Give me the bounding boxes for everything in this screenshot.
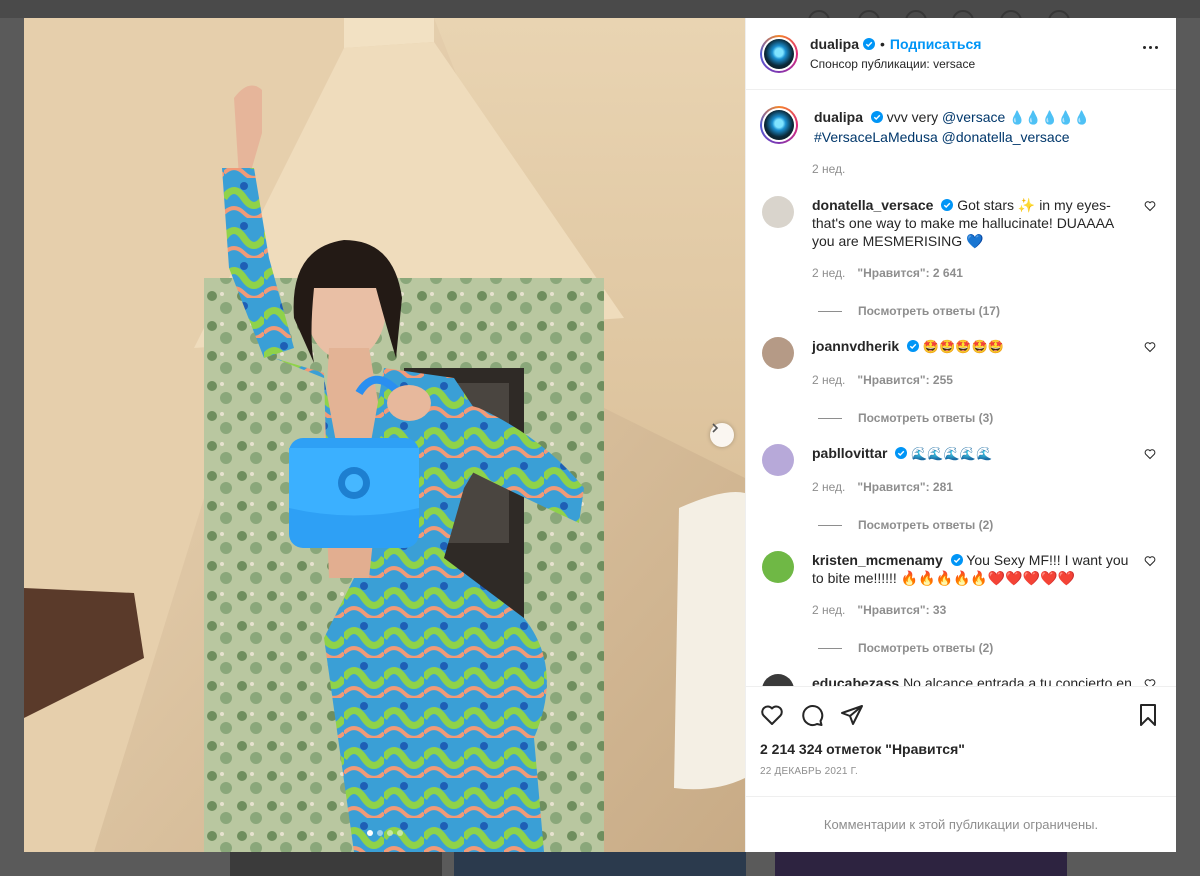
caption-username[interactable]: dualipa xyxy=(814,109,863,125)
post-actions: 2 214 324 отметок "Нравится" 22 ДЕКАБРЬ … xyxy=(746,686,1176,796)
sponsor-link[interactable]: versace xyxy=(933,57,975,71)
commenter-avatar[interactable] xyxy=(762,337,794,369)
comment-text: 🤩🤩🤩🤩🤩 xyxy=(922,340,1004,355)
comment-item: donatella_versace Got stars ✨ in my eyes… xyxy=(760,196,1160,320)
comment-likes[interactable]: "Нравится": 255 xyxy=(857,371,953,389)
caption-emoji: 💧💧💧💧💧 xyxy=(1009,111,1091,126)
comment-username[interactable]: pabllovittar xyxy=(812,445,887,461)
photo-illustration xyxy=(24,18,745,852)
view-replies-button[interactable]: Посмотреть ответы (2) xyxy=(812,516,1132,534)
view-replies-button[interactable]: Посмотреть ответы (2) xyxy=(812,639,1132,657)
comment-time: 2 нед. xyxy=(812,603,846,617)
verified-badge-icon xyxy=(950,554,963,566)
carousel-dot xyxy=(377,830,383,836)
comment-like-icon[interactable] xyxy=(1144,448,1156,460)
commenter-avatar[interactable] xyxy=(762,196,794,228)
more-options-icon[interactable] xyxy=(1143,46,1158,49)
comment-like-icon[interactable] xyxy=(1144,341,1156,353)
view-replies-button[interactable]: Посмотреть ответы (3) xyxy=(812,409,1132,427)
carousel-dot xyxy=(387,830,393,836)
comment-time: 2 нед. xyxy=(812,480,846,494)
comment-item: kristen_mcmenamy You Sexy MF!!! I want y… xyxy=(760,551,1160,657)
comment-item: educabezass No alcance entrada a tu conc… xyxy=(760,674,1160,686)
caption-avatar[interactable] xyxy=(760,106,798,144)
author-avatar[interactable] xyxy=(760,34,798,73)
comment-like-icon[interactable] xyxy=(1144,678,1156,686)
caption-hashtag[interactable]: #VersaceLaMedusa xyxy=(814,129,938,145)
carousel-dot xyxy=(367,830,373,836)
comment-username[interactable]: joannvdherik xyxy=(812,338,899,354)
caption: dualipa vvv very @versace 💧💧💧💧💧 #Versace… xyxy=(760,106,1160,146)
comment-like-icon[interactable] xyxy=(1144,555,1156,567)
background-nav-bar xyxy=(0,0,1200,32)
follow-button[interactable]: Подписаться xyxy=(890,36,982,52)
caption-mention[interactable]: @versace xyxy=(942,109,1005,125)
carousel-dot xyxy=(397,830,403,836)
verified-badge-icon xyxy=(907,340,920,352)
comment-time: 2 нед. xyxy=(812,373,846,387)
post-header: dualipa • Подписаться Спонсор публикации… xyxy=(746,18,1176,90)
heart-icon[interactable] xyxy=(760,703,784,727)
background-thumbnails xyxy=(0,852,1200,876)
comment-icon[interactable] xyxy=(800,703,824,727)
share-icon[interactable] xyxy=(840,703,864,727)
verified-badge-icon xyxy=(895,447,908,459)
next-photo-button[interactable] xyxy=(710,423,734,447)
bookmark-icon[interactable] xyxy=(1136,703,1160,727)
comment-likes[interactable]: "Нравится": 2 641 xyxy=(857,264,963,282)
commenter-avatar[interactable] xyxy=(762,444,794,476)
view-replies-button[interactable]: Посмотреть ответы (17) xyxy=(812,302,1132,320)
comment-username[interactable]: donatella_versace xyxy=(812,197,933,213)
author-username[interactable]: dualipa xyxy=(810,36,859,52)
header-separator: • xyxy=(880,36,885,52)
caption-text: vvv very xyxy=(886,109,943,125)
carousel-indicator xyxy=(367,830,403,836)
caption-mention-2[interactable]: @donatella_versace xyxy=(942,129,1070,145)
commenter-avatar[interactable] xyxy=(762,674,794,686)
comments-restricted-notice: Комментарии к этой публикации ограничены… xyxy=(746,796,1176,852)
post-side-panel: dualipa • Подписаться Спонсор публикации… xyxy=(745,18,1176,852)
commenter-avatar[interactable] xyxy=(762,551,794,583)
verified-badge-icon xyxy=(870,111,883,123)
likes-count[interactable]: 2 214 324 отметок "Нравится" xyxy=(760,741,1160,757)
comment-likes[interactable]: "Нравится": 33 xyxy=(857,601,946,619)
comment-username[interactable]: educabezass xyxy=(812,675,899,686)
comment-item: pabllovittar 🌊🌊🌊🌊🌊 2 нед. "Нравится": 28… xyxy=(760,444,1160,534)
post-photo[interactable] xyxy=(24,18,745,852)
comment-text: No alcance entrada a tu concierto en xyxy=(903,675,1132,686)
comment-item: joannvdherik 🤩🤩🤩🤩🤩 2 нед. "Нравится": 25… xyxy=(760,337,1160,427)
post-modal: dualipa • Подписаться Спонсор публикации… xyxy=(24,18,1176,852)
sponsor-prefix: Спонсор публикации: xyxy=(810,57,930,71)
comments-list[interactable]: dualipa vvv very @versace 💧💧💧💧💧 #Versace… xyxy=(746,90,1176,686)
post-date: 22 ДЕКАБРЬ 2021 Г. xyxy=(760,766,859,777)
verified-badge-icon xyxy=(863,38,876,50)
chevron-right-icon xyxy=(712,423,719,433)
verified-badge-icon xyxy=(941,199,954,211)
comment-username[interactable]: kristen_mcmenamy xyxy=(812,552,943,568)
caption-time: 2 нед. xyxy=(812,162,846,176)
comment-likes[interactable]: "Нравится": 281 xyxy=(857,478,953,496)
comment-text: 🌊🌊🌊🌊🌊 xyxy=(911,447,993,462)
comment-like-icon[interactable] xyxy=(1144,200,1156,212)
sponsor-line: Спонсор публикации: versace xyxy=(810,57,981,71)
comment-time: 2 нед. xyxy=(812,266,846,280)
